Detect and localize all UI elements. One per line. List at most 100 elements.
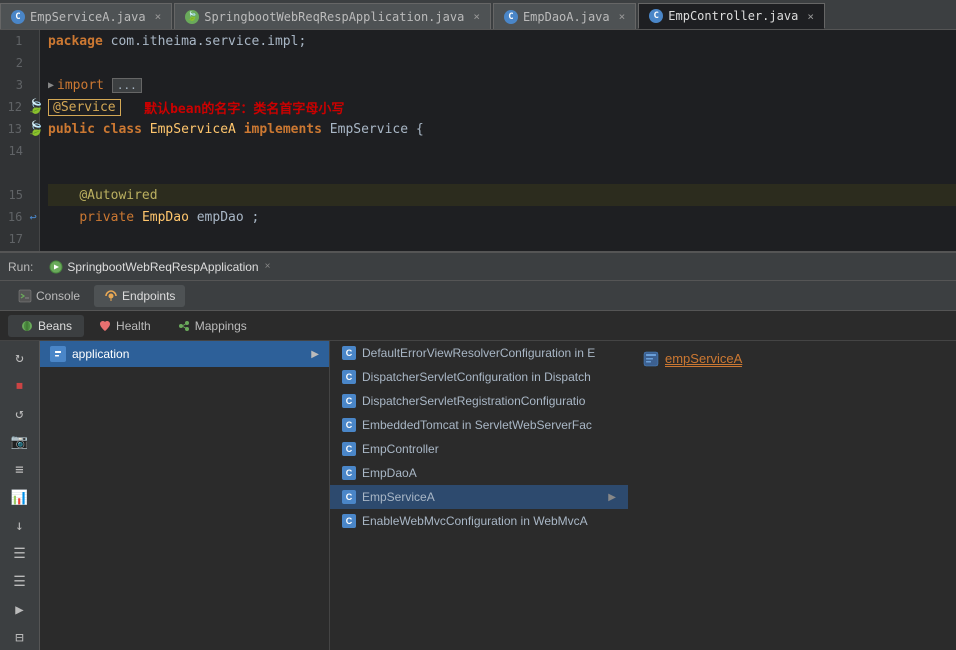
code-line-14 [48,140,956,162]
java-icon: C [11,10,25,24]
tab-emp-service-a[interactable]: C EmpServiceA.java × [0,3,172,29]
tab-close-icon[interactable]: × [619,10,626,23]
bean-class-icon: C [342,466,356,480]
bean-item-dispatcher-reg[interactable]: C DispatcherServletRegistrationConfigura… [330,389,628,413]
tab-mappings[interactable]: Mappings [165,315,259,337]
bean-expand-icon: ▶ [608,492,616,503]
line-number: 2 [0,56,28,70]
gutter-row-15: 15 [0,184,39,206]
left-sidebar: ↻ ⏹ ↺ 📷 ≡ 📊 ↓ ☰ ☰ ▶ ⊟ [0,341,40,650]
emp-service-link[interactable]: empServiceA [665,351,742,367]
menu-button[interactable]: ☰ [6,542,34,566]
endpoints-icon [104,289,118,303]
actuator-tabs: Beans Health Mappings [0,311,956,341]
gutter-row-2: 2 [0,52,39,74]
service-annotation: @Service [48,99,121,116]
line-number: 14 [0,144,28,158]
bean-label: EmpController [362,442,439,456]
tab-emp-controller[interactable]: C EmpController.java × [638,3,825,29]
bean-label: EmpServiceA [362,490,435,504]
endpoints-tab-label: Endpoints [122,289,175,303]
minimize-button[interactable]: ⊟ [6,626,34,650]
code-line-12: @Service 默认bean的名字：类名首字母小写 [48,96,956,118]
chart-button[interactable]: 📊 [6,486,34,510]
beans-list: C DefaultErrorViewResolverConfiguration … [330,341,628,650]
bean-item-emp-service-a[interactable]: C EmpServiceA ▶ [330,485,628,509]
panel-tabs: Console Endpoints [0,281,956,311]
application-icon [50,346,66,362]
line-number: 3 [0,78,28,92]
tab-health[interactable]: Health [86,315,163,337]
import-button[interactable]: ↓ [6,514,34,538]
gutter-row-13: 13 🍃 [0,118,39,140]
bean-item-emp-controller[interactable]: C EmpController [330,437,628,461]
bean-label: DefaultErrorViewResolverConfiguration in… [362,346,595,360]
tree-expand-icon[interactable]: ▶ [311,349,319,360]
autowire-icon: ↩ [27,210,39,224]
tab-close-icon[interactable]: × [473,10,480,23]
spring-icon: 🍃 [185,10,199,24]
bean-item-enable-mvc[interactable]: C EnableWebMvcConfiguration in WebMvcA [330,509,628,533]
bean-class-icon: C [342,370,356,384]
tab-beans[interactable]: Beans [8,315,84,337]
code-line-1: package com.itheima.service.impl; [48,30,956,52]
mappings-icon [177,319,191,333]
tab-close-icon[interactable]: × [155,10,162,23]
health-tab-label: Health [116,319,151,333]
tab-close-icon[interactable]: × [807,10,814,23]
bean-item-emp-dao-a[interactable]: C EmpDaoA [330,461,628,485]
run-tab[interactable]: SpringbootWebReqRespApplication × [41,258,278,276]
gutter-row-1: 1 [0,30,39,52]
code-line-empty [48,162,956,184]
bean-item-default-error[interactable]: C DefaultErrorViewResolverConfiguration … [330,341,628,365]
tree-item-application[interactable]: application ▶ [40,341,329,367]
tab-endpoints[interactable]: Endpoints [94,285,185,307]
line-number: 13 [0,122,27,136]
tab-label: SpringbootWebReqRespApplication.java [204,10,464,24]
run-label: Run: [8,260,33,274]
code-line-2 [48,52,956,74]
tab-console[interactable]: Console [8,285,90,307]
fold-icon[interactable]: ▶ [48,80,54,91]
bean-label: DispatcherServletConfiguration in Dispat… [362,370,591,384]
run-tab-close-icon[interactable]: × [265,261,271,272]
health-icon [98,319,112,333]
refresh-button[interactable]: ↻ [6,346,34,370]
tab-label: EmpDaoA.java [523,10,610,24]
bean-class-icon: C [342,490,356,504]
java-icon: C [504,10,518,24]
bean-class-icon: C [342,442,356,456]
beans-icon [20,319,34,333]
collapsed-imports[interactable]: ... [112,78,142,93]
emp-service-info: empServiceA [643,351,742,367]
bean-label: EnableWebMvcConfiguration in WebMvcA [362,514,588,528]
tree-item-label: application [72,347,129,361]
emp-service-icon [643,351,659,367]
tab-emp-dao-a[interactable]: C EmpDaoA.java × [493,3,636,29]
beans-tab-label: Beans [38,319,72,333]
camera-button[interactable]: 📷 [6,430,34,454]
tab-springboot-app[interactable]: 🍃 SpringbootWebReqRespApplication.java × [174,3,491,29]
console-tab-label: Console [36,289,80,303]
settings-button[interactable]: ☰ [6,570,34,594]
bean-class-icon: C [342,394,356,408]
code-line-13: public class EmpServiceA implements EmpS… [48,118,956,140]
line-number: 1 [0,34,27,48]
code-line-15: @Autowired [48,184,956,206]
line-number: 15 [0,188,28,202]
line-number: 16 [0,210,27,224]
bean-item-dispatcher[interactable]: C DispatcherServletConfiguration in Disp… [330,365,628,389]
beans-tree: application ▶ [40,341,330,650]
java-icon: C [649,9,663,23]
rerun-button[interactable]: ↺ [6,402,34,426]
run-button[interactable]: ▶ [6,598,34,622]
bean-label: DispatcherServletRegistrationConfigurati… [362,394,585,408]
bean-class-icon: C [342,346,356,360]
code-line-17 [48,228,956,250]
list-button[interactable]: ≡ [6,458,34,482]
bottom-panel: Run: SpringbootWebReqRespApplication × C… [0,251,956,650]
bean-item-embedded-tomcat[interactable]: C EmbeddedTomcat in ServletWebServerFac [330,413,628,437]
mappings-tab-label: Mappings [195,319,247,333]
stop-button[interactable]: ⏹ [6,374,34,398]
spring-gutter-icon: 🍃 [27,121,39,137]
